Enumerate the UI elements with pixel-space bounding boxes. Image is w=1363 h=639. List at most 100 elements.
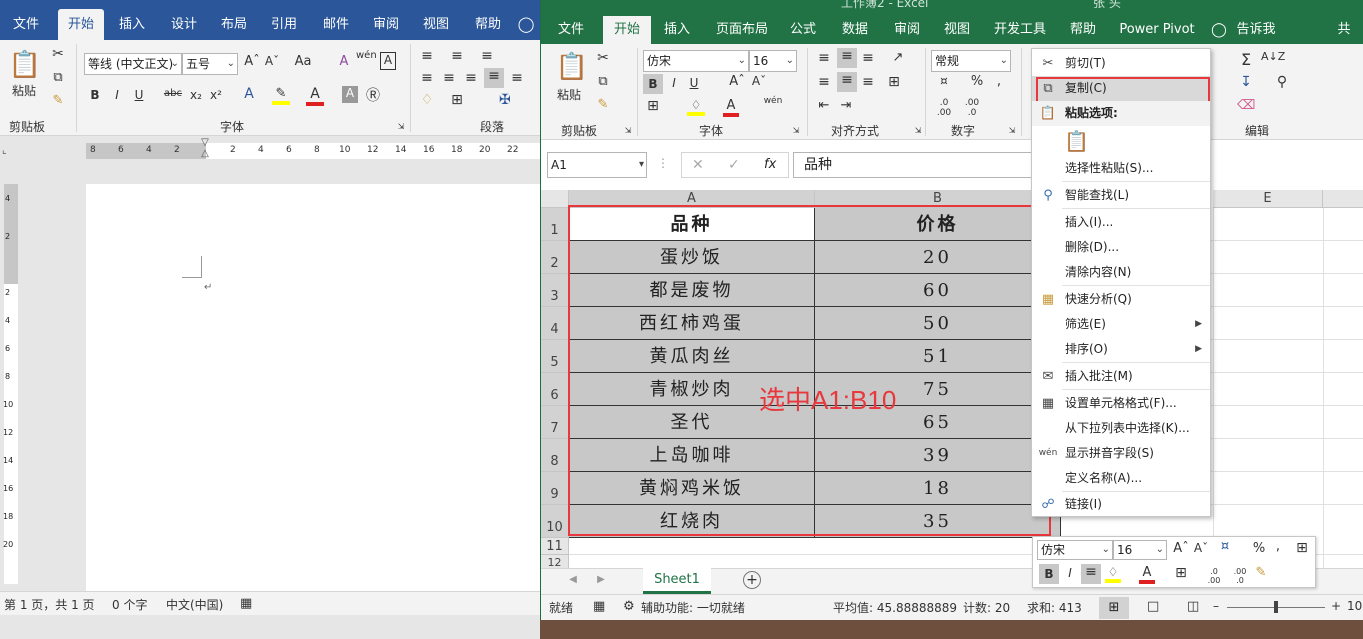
insert-function-icon[interactable]: fx xyxy=(764,157,776,172)
zoom-slider-thumb[interactable] xyxy=(1274,601,1278,613)
row-header[interactable]: 7 xyxy=(541,406,569,439)
phonetic-guide-icon[interactable]: wén xyxy=(356,50,377,61)
formula-input[interactable]: 品种 xyxy=(793,152,1033,178)
excel-paste-label[interactable]: 粘贴 xyxy=(557,86,581,103)
word-document-page[interactable]: ↵ xyxy=(86,184,540,591)
fill-color-icon[interactable]: ♢ xyxy=(687,98,705,116)
accounting-icon[interactable]: ¤ xyxy=(933,74,955,88)
page-layout-view-icon[interactable]: □ xyxy=(1147,599,1159,614)
word-font-name-combo[interactable]: 等线 (中文正文) ⌄ xyxy=(84,53,182,75)
copy-icon[interactable]: ⧉ xyxy=(595,74,611,89)
excel-tab-data[interactable]: 数据 xyxy=(833,16,877,44)
word-tab-insert[interactable]: 插入 xyxy=(110,9,154,40)
borders-icon[interactable]: ⊞ xyxy=(1173,565,1189,581)
multilevel-list-icon[interactable]: ≡ xyxy=(478,48,496,64)
dialog-launcher-icon[interactable]: ⇲ xyxy=(913,126,923,135)
shrink-font-icon[interactable]: Aˇ xyxy=(751,74,767,88)
menu-item-sort[interactable]: 排序(O) ▶ xyxy=(1032,337,1210,362)
excel-tab-view[interactable]: 视图 xyxy=(935,16,979,44)
sort-filter-icon[interactable]: A↓Z xyxy=(1261,50,1285,63)
language[interactable]: 中文(中国) xyxy=(166,596,223,613)
italic-button[interactable]: I xyxy=(110,88,124,102)
row-header[interactable]: 10 xyxy=(541,505,569,538)
align-right-icon[interactable]: ≡ xyxy=(462,70,480,86)
column-header-f[interactable] xyxy=(1323,190,1363,208)
increase-decimal-icon[interactable]: .0 .00 xyxy=(933,98,955,118)
cut-icon[interactable]: ✂ xyxy=(595,50,611,66)
decrease-indent-icon[interactable]: ⇤ xyxy=(815,98,833,113)
increase-indent-icon[interactable]: ⇥ xyxy=(837,98,855,113)
menu-item-cut[interactable]: ✂ 剪切(T) xyxy=(1032,51,1210,76)
page-break-view-icon[interactable]: ◫ xyxy=(1187,599,1199,614)
fill-color-icon[interactable]: ♢ xyxy=(1105,565,1121,583)
excel-tab-file[interactable]: 文件 xyxy=(549,16,593,44)
excel-tab-developer[interactable]: 开发工具 xyxy=(989,16,1051,44)
tell-me-search[interactable]: 告诉我 xyxy=(1231,16,1281,44)
word-font-size-combo[interactable]: 五号 ⌄ xyxy=(182,53,238,75)
italic-button[interactable]: I xyxy=(1063,566,1077,580)
align-bottom-icon[interactable]: ≡ xyxy=(859,50,877,66)
word-tab-view[interactable]: 视图 xyxy=(414,9,458,40)
align-left-icon[interactable]: ≡ xyxy=(815,74,833,90)
number-format-combo[interactable]: 常规 ⌄ xyxy=(931,50,1011,72)
zoom-out-icon[interactable]: – xyxy=(1213,599,1219,613)
align-center-icon[interactable]: ≡ xyxy=(837,72,857,92)
name-box[interactable]: A1 ▾ xyxy=(547,152,647,178)
percent-icon[interactable]: % xyxy=(969,74,985,89)
menu-item-clear-contents[interactable]: 清除内容(N) xyxy=(1032,260,1210,285)
dialog-launcher-icon[interactable]: ⇲ xyxy=(791,126,801,135)
excel-font-size-combo[interactable]: 16 ⌄ xyxy=(749,50,797,72)
borders-icon[interactable]: ⊞ xyxy=(645,98,661,114)
enclose-char-icon[interactable]: Ⓡ xyxy=(364,85,382,105)
word-tab-references[interactable]: 引用 xyxy=(262,9,306,40)
word-tab-mailings[interactable]: 邮件 xyxy=(314,9,358,40)
average-status[interactable]: 平均值: 45.88888889 xyxy=(833,599,957,616)
change-case-icon[interactable]: Aa xyxy=(292,54,314,69)
subscript-button[interactable]: x₂ xyxy=(188,88,204,102)
cut-icon[interactable]: ✂ xyxy=(50,46,66,62)
enter-icon[interactable]: ✓ xyxy=(728,157,740,173)
accessibility-status[interactable]: 辅助功能: 一切就绪 xyxy=(641,599,745,616)
paste-option-icon[interactable]: 📋 xyxy=(1064,129,1089,153)
shading-icon[interactable]: ♢ xyxy=(418,92,436,108)
menu-item-filter[interactable]: 筛选(E) ▶ xyxy=(1032,312,1210,337)
menu-item-quick-analysis[interactable]: ▦ 快速分析(Q) xyxy=(1032,287,1210,312)
row-header[interactable]: 2 xyxy=(541,241,569,274)
row-header[interactable]: 11 xyxy=(541,538,569,555)
bold-button[interactable]: B xyxy=(643,74,663,94)
increase-decimal-icon[interactable]: .0 .00 xyxy=(1203,567,1225,585)
menu-item-format-cells[interactable]: ▦ 设置单元格格式(F)... xyxy=(1032,391,1210,416)
borders-icon[interactable]: ⊞ xyxy=(448,92,466,108)
comma-icon[interactable]: , xyxy=(1273,539,1283,554)
excel-tab-insert[interactable]: 插入 xyxy=(655,16,699,44)
cancel-icon[interactable]: ✕ xyxy=(692,157,704,173)
clear-icon[interactable]: ⌫ xyxy=(1237,98,1255,113)
center-icon[interactable]: ≡ xyxy=(1081,564,1101,584)
bullets-icon[interactable]: ≡ xyxy=(418,48,436,64)
row-header[interactable]: 5 xyxy=(541,340,569,373)
align-right-icon[interactable]: ≡ xyxy=(859,74,877,90)
word-tab-review[interactable]: 审阅 xyxy=(364,9,408,40)
row-header[interactable]: 6 xyxy=(541,373,569,406)
zoom-level[interactable]: 100 xyxy=(1347,599,1363,613)
grow-font-icon[interactable]: Aˆ xyxy=(1173,541,1189,556)
font-color-icon[interactable]: A xyxy=(723,98,739,117)
row-header[interactable]: 1 xyxy=(541,208,569,241)
format-painter-icon[interactable]: ✎ xyxy=(1253,565,1269,580)
menu-item-show-phonetic[interactable]: wén 显示拼音字段(S) xyxy=(1032,441,1210,466)
format-painter-icon[interactable]: ✎ xyxy=(50,93,66,108)
accessibility-icon[interactable]: ⚙ xyxy=(623,599,635,614)
font-color-icon[interactable]: A xyxy=(1139,565,1155,584)
zoom-in-icon[interactable]: + xyxy=(1331,599,1341,613)
shrink-font-icon[interactable]: Aˇ xyxy=(1193,541,1209,555)
copy-icon[interactable]: ⧉ xyxy=(50,70,66,85)
excel-tab-help[interactable]: 帮助 xyxy=(1061,16,1105,44)
find-select-icon[interactable]: ⚲ xyxy=(1273,74,1291,90)
macro-icon[interactable]: ▦ xyxy=(240,596,252,611)
excel-tab-page-layout[interactable]: 页面布局 xyxy=(707,16,777,44)
clear-format-icon[interactable]: A xyxy=(336,54,352,69)
macro-record-icon[interactable]: ▦ xyxy=(593,599,605,614)
autosum-icon[interactable]: Σ xyxy=(1237,50,1255,69)
row-header[interactable]: 3 xyxy=(541,274,569,307)
text-effect-icon[interactable]: A xyxy=(240,86,258,102)
